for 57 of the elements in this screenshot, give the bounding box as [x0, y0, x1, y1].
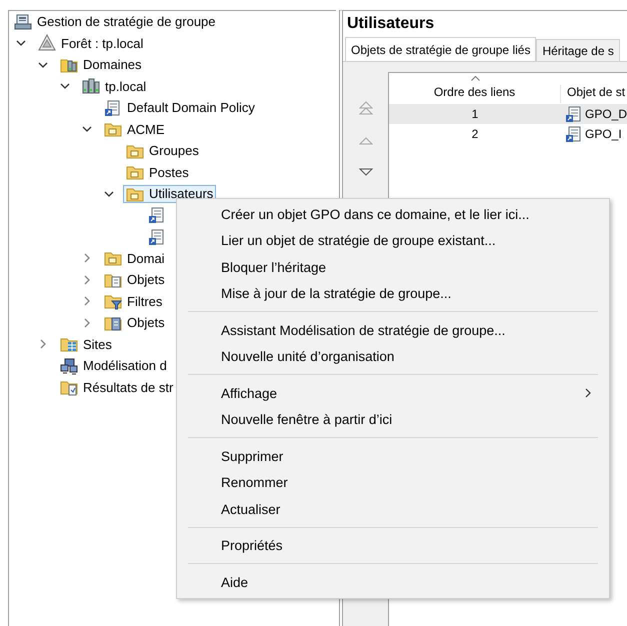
tree-item[interactable]: Default Domain Policy: [101, 98, 258, 117]
document-icon: [104, 98, 122, 117]
chevron-right-icon[interactable]: [40, 339, 46, 350]
menu-item[interactable]: Mise à jour de la stratégie de groupe...: [177, 280, 609, 307]
menu-item[interactable]: Nouvelle unité d’organisation: [177, 344, 609, 370]
tree-item[interactable]: Modélisation d: [57, 356, 170, 375]
panel-title: Utilisateurs: [346, 14, 436, 34]
tree-item[interactable]: Objets: [101, 270, 168, 289]
console-icon: [14, 12, 32, 31]
chevron-right-icon[interactable]: [84, 274, 90, 285]
chevron-down-icon[interactable]: [104, 190, 114, 197]
table-cell-text: 1: [470, 107, 480, 121]
menu-item[interactable]: Créer un objet GPO dans ce domaine, et le lier ici...: [177, 201, 609, 228]
chevron-right-icon[interactable]: [84, 318, 90, 328]
chevron-right-icon[interactable]: [84, 253, 90, 264]
tree-item[interactable]: tp.local: [79, 77, 150, 96]
tree-item[interactable]: Postes: [123, 163, 192, 182]
tree-item[interactable]: Groupes: [123, 142, 202, 160]
sort-caret-icon: [471, 76, 480, 81]
menu-item[interactable]: Aide: [177, 569, 609, 596]
tab[interactable]: Héritage de s: [536, 39, 620, 61]
tree-item[interactable]: Sites: [57, 335, 115, 354]
tree-item[interactable]: Filtres: [101, 292, 166, 310]
document-icon: [565, 125, 583, 143]
menu-item[interactable]: Affichage: [177, 380, 609, 406]
server-icon: [82, 77, 100, 96]
column-header[interactable]: Objet de st: [561, 85, 626, 103]
table-row[interactable]: 2 GPO_I: [389, 124, 627, 144]
tree-item[interactable]: Domaines: [57, 56, 145, 74]
menu-item[interactable]: Assistant Modélisation de stratégie de groupe...: [177, 317, 609, 344]
chevron-down-icon[interactable]: [16, 40, 26, 46]
computers-icon: [60, 356, 78, 375]
triangle-icon: [38, 34, 56, 52]
menu-item[interactable]: Propriétés: [177, 532, 609, 559]
menu-item[interactable]: Supprimer: [177, 443, 609, 470]
table-cell-text: 2: [470, 127, 480, 141]
tab[interactable]: Objets de stratégie de groupe liés: [345, 37, 536, 61]
menu-item[interactable]: Renommer: [177, 470, 609, 496]
tree-item[interactable]: Objets: [101, 314, 168, 332]
menu-item[interactable]: Nouvelle fenêtre à partir d’ici: [177, 406, 609, 433]
tree-item[interactable]: Forêt : tp.local: [35, 34, 146, 52]
chevron-down-icon[interactable]: [38, 62, 48, 68]
menu-item[interactable]: Lier un objet de stratégie de groupe existant...: [177, 228, 609, 254]
chevron-down-icon[interactable]: [82, 126, 92, 132]
tree-item[interactable]: Gestion de stratégie de groupe: [11, 12, 219, 31]
document-icon: [565, 105, 583, 123]
chevron-down-icon[interactable]: [60, 83, 70, 90]
menu-item[interactable]: Actualiser: [177, 496, 609, 522]
tree-item[interactable]: Résultats de str: [57, 378, 176, 396]
menu-item[interactable]: Bloquer l’héritage: [177, 254, 609, 280]
tree-item[interactable]: ACME: [101, 120, 168, 138]
table-row[interactable]: 1 GPO_D: [389, 104, 627, 124]
tree-item[interactable]: Domai: [101, 249, 168, 268]
column-header[interactable]: Ordre des liens: [389, 85, 561, 103]
table-cell: GPO_I: [585, 127, 622, 141]
chevron-right-icon[interactable]: [84, 296, 90, 306]
table-cell: GPO_D: [585, 107, 627, 121]
